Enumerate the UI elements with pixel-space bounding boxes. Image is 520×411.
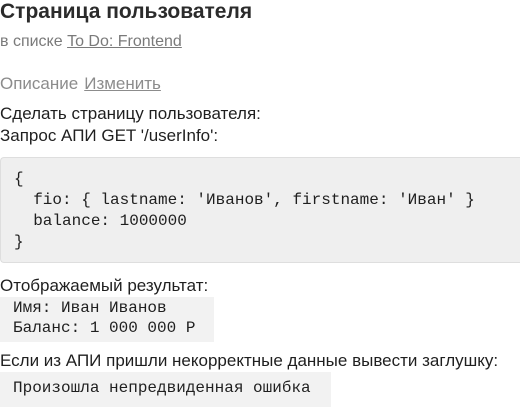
in-list-prefix: в списке bbox=[0, 33, 63, 50]
card-title: Страница пользователя bbox=[0, 0, 253, 23]
description-line: Запрос АПИ GET '/userInfo': bbox=[0, 126, 219, 145]
code-line: balance: 1000000 bbox=[14, 212, 187, 230]
result-line: Имя: Иван Иванов bbox=[13, 299, 167, 317]
error-placeholder: Произошла непредвиденная ошибка bbox=[0, 372, 331, 407]
code-line: } bbox=[14, 233, 24, 251]
result-preview: Имя: Иван Иванов Баланс: 1 000 000 Р bbox=[0, 297, 214, 342]
description-label: Описание bbox=[0, 74, 79, 93]
error-label: Если из АПИ пришли некорректные данные в… bbox=[0, 351, 499, 370]
list-link[interactable]: To Do: Frontend bbox=[67, 33, 182, 50]
card-detail: Страница пользователя в списке To Do: Fr… bbox=[0, 0, 520, 411]
card-list-info: в списке To Do: Frontend bbox=[0, 33, 182, 51]
code-line: fio: { lastname: 'Иванов', firstname: 'И… bbox=[14, 191, 475, 209]
result-line: Баланс: 1 000 000 Р bbox=[13, 319, 196, 337]
edit-description-button[interactable]: Изменить bbox=[84, 74, 161, 93]
code-line: { bbox=[14, 170, 24, 188]
result-label: Отображаемый результат: bbox=[0, 276, 209, 295]
description-header: Описание Изменить bbox=[0, 75, 161, 93]
code-block: { fio: { lastname: 'Иванов', firstname: … bbox=[0, 157, 520, 263]
description-line: Сделать страницу пользователя: bbox=[0, 104, 261, 123]
